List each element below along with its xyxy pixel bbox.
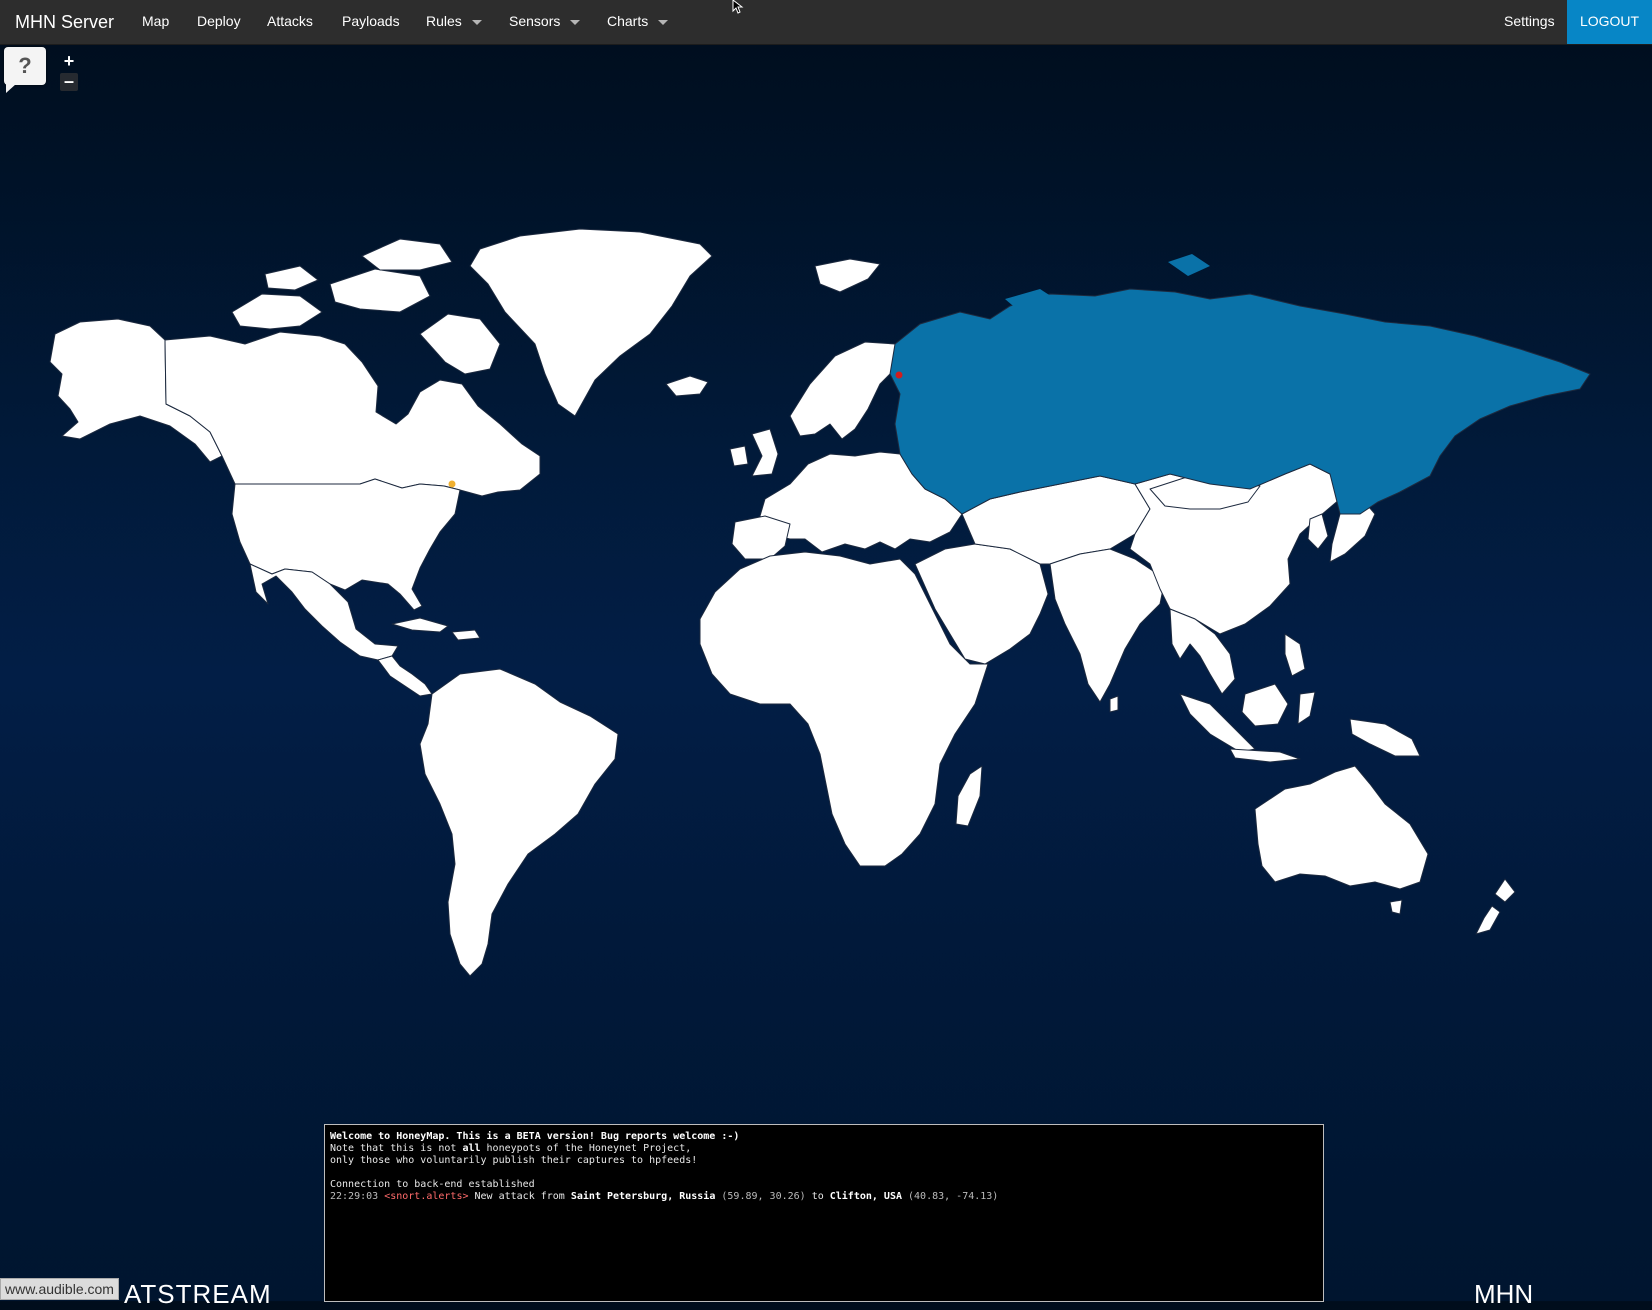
console-note-part2: honeypots of the Honeynet Project,: [480, 1143, 692, 1154]
caret-down-icon: [658, 19, 669, 25]
brand-title[interactable]: MHN Server: [15, 0, 114, 44]
attack-target-marker[interactable]: [448, 480, 456, 488]
nav-settings-label: Settings: [1504, 13, 1555, 29]
nav-settings[interactable]: Settings: [1504, 0, 1555, 42]
top-navbar: MHN Server Map Deploy Attacks Payloads R…: [0, 0, 1652, 45]
country-new-zealand[interactable]: [1475, 905, 1501, 935]
log-source-city: Saint Petersburg, Russia: [570, 1191, 716, 1202]
country-russia-island: [1168, 254, 1210, 276]
console-connection-line: Connection to back-end established: [330, 1179, 535, 1190]
console-note-line2: only those who voluntarily publish their…: [330, 1155, 698, 1166]
country-iberia[interactable]: [731, 515, 791, 560]
mhn-logo-text: MHN: [1474, 1279, 1534, 1309]
country-canada-arctic[interactable]: [329, 268, 431, 313]
country-borneo[interactable]: [1241, 683, 1289, 727]
nav-charts-dropdown[interactable]: Charts: [607, 0, 669, 42]
log-target-coords: (40.83, -74.13): [902, 1191, 999, 1202]
log-text-prefix: New attack from: [468, 1191, 571, 1202]
country-tasmania[interactable]: [1389, 899, 1403, 915]
country-usa[interactable]: [231, 478, 461, 611]
nav-payloads[interactable]: Payloads: [342, 0, 400, 42]
country-sulawesi[interactable]: [1297, 691, 1316, 725]
nav-attacks[interactable]: Attacks: [267, 0, 313, 42]
caret-down-icon: [570, 19, 581, 25]
console-note-emphasis: all: [462, 1143, 481, 1154]
country-central-america[interactable]: [377, 655, 433, 697]
nav-map[interactable]: Map: [142, 0, 169, 42]
country-hispaniola[interactable]: [451, 629, 481, 641]
country-south-america[interactable]: [419, 668, 619, 977]
country-iceland[interactable]: [665, 375, 709, 397]
log-time: 22:29:03: [330, 1191, 379, 1202]
nav-rules-label: Rules: [426, 13, 462, 29]
honeymap-console: Welcome to HoneyMap. This is a BETA vers…: [324, 1124, 1324, 1302]
nav-map-label: Map: [142, 13, 170, 29]
logout-button[interactable]: LOGOUT: [1567, 0, 1652, 44]
country-sri-lanka[interactable]: [1109, 695, 1119, 713]
nav-deploy[interactable]: Deploy: [197, 0, 241, 42]
country-ireland[interactable]: [729, 445, 749, 467]
nav-deploy-label: Deploy: [197, 13, 241, 29]
country-canada-arctic[interactable]: [231, 293, 323, 330]
country-uk[interactable]: [751, 428, 779, 477]
log-source-coords: (59.89, 30.26): [715, 1191, 812, 1202]
threatstream-logo-text: ATSTREAM: [124, 1279, 272, 1309]
browser-status-url: www.audible.com: [0, 1278, 119, 1300]
country-madagascar[interactable]: [955, 765, 983, 827]
world-map[interactable]: [0, 44, 1652, 1124]
console-note-part1: Note that this is not: [330, 1143, 463, 1154]
attack-source-marker[interactable]: [895, 371, 903, 379]
country-philippines[interactable]: [1284, 633, 1306, 677]
country-new-guinea[interactable]: [1349, 718, 1421, 757]
nav-payloads-label: Payloads: [342, 13, 400, 29]
mouse-cursor-icon: [732, 0, 744, 14]
country-scandinavia[interactable]: [789, 341, 899, 440]
country-cuba[interactable]: [391, 617, 449, 633]
country-india[interactable]: [1049, 548, 1166, 703]
log-text-to: to: [811, 1191, 830, 1202]
country-canada-arctic[interactable]: [361, 238, 453, 271]
country-new-zealand[interactable]: [1494, 878, 1516, 903]
country-canada-arctic[interactable]: [264, 265, 319, 291]
nav-rules-dropdown[interactable]: Rules: [426, 0, 482, 42]
nav-charts-label: Charts: [607, 13, 649, 29]
country-canada-arctic[interactable]: [419, 313, 501, 375]
nav-sensors-label: Sensors: [509, 13, 561, 29]
country-australia[interactable]: [1254, 765, 1429, 890]
country-korea[interactable]: [1307, 513, 1329, 550]
log-target-city: Clifton, USA: [829, 1191, 902, 1202]
nav-sensors-dropdown[interactable]: Sensors: [509, 0, 581, 42]
country-russia-highlight[interactable]: [889, 288, 1591, 515]
country-svalbard[interactable]: [814, 258, 881, 293]
caret-down-icon: [471, 19, 482, 25]
nav-attacks-label: Attacks: [267, 13, 313, 29]
console-welcome-line: Welcome to HoneyMap. This is a BETA vers…: [330, 1131, 740, 1142]
country-java[interactable]: [1229, 748, 1301, 763]
log-channel: <snort.alerts>: [384, 1191, 469, 1202]
